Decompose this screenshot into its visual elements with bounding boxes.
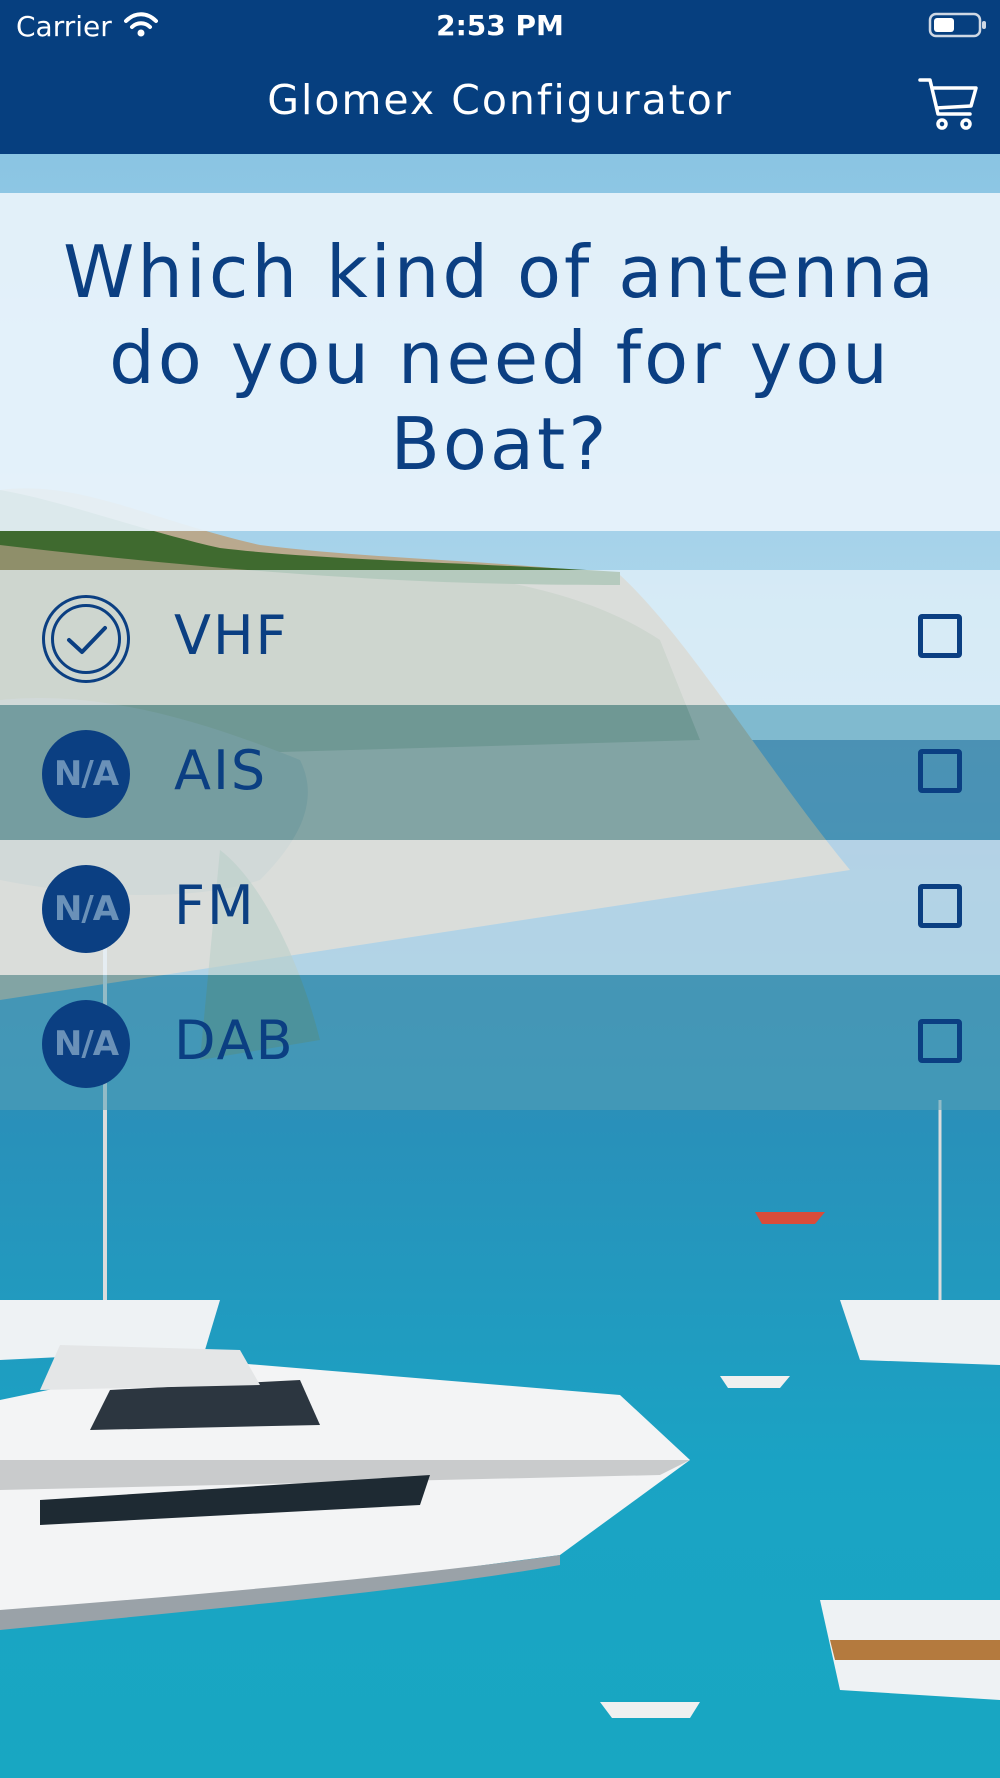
option-checkbox[interactable] xyxy=(918,614,962,658)
status-bar: Carrier 2:53 PM xyxy=(0,0,1000,50)
na-badge: N/A xyxy=(42,1000,130,1088)
option-label: FM xyxy=(174,874,256,937)
na-badge: N/A xyxy=(42,865,130,953)
check-circle-icon xyxy=(42,595,130,683)
battery-icon xyxy=(928,12,986,38)
question-panel: Which kind of antenna do you need for yo… xyxy=(0,193,1000,531)
option-label: AIS xyxy=(174,739,268,802)
cart-button[interactable] xyxy=(916,70,980,134)
option-row-dab[interactable]: N/A DAB xyxy=(0,975,1000,1110)
option-checkbox[interactable] xyxy=(918,749,962,793)
question-heading: Which kind of antenna do you need for yo… xyxy=(63,230,937,486)
checkmark-icon xyxy=(67,626,107,654)
cart-icon xyxy=(918,78,978,130)
option-checkbox[interactable] xyxy=(918,884,962,928)
navigation-bar: Glomex Configurator xyxy=(0,50,1000,154)
option-label: VHF xyxy=(174,604,289,667)
na-badge: N/A xyxy=(42,730,130,818)
option-label: DAB xyxy=(174,1009,295,1072)
option-row-ais[interactable]: N/A AIS xyxy=(0,705,1000,840)
option-checkbox[interactable] xyxy=(918,1019,962,1063)
clock: 2:53 PM xyxy=(436,9,564,42)
page-title: Glomex Configurator xyxy=(267,76,733,124)
antenna-options-list: VHF N/A AIS N/A FM N/A DAB xyxy=(0,570,1000,1110)
option-row-vhf[interactable]: VHF xyxy=(0,570,1000,705)
option-row-fm[interactable]: N/A FM xyxy=(0,840,1000,975)
